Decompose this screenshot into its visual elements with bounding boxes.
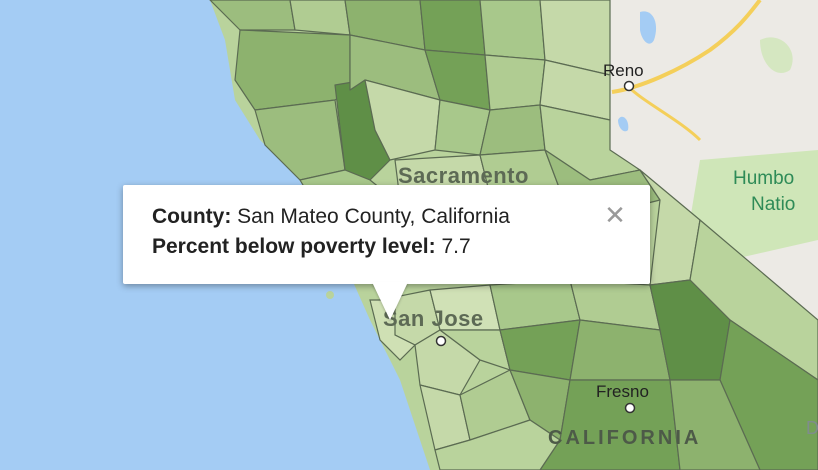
city-marker-san-jose: [435, 335, 447, 347]
city-marker-fresno: [624, 402, 636, 414]
info-window-pointer: [372, 282, 408, 320]
poverty-row: Percent below poverty level: 7.7: [152, 235, 471, 259]
county-shape[interactable]: [484, 54, 546, 111]
poverty-label: Percent below poverty level:: [152, 235, 436, 258]
label-reno: Reno: [603, 61, 644, 80]
county-shape[interactable]: [569, 319, 671, 381]
county-label: County:: [152, 205, 232, 228]
label-partial-edge: D: [806, 418, 818, 438]
county-shape[interactable]: [479, 0, 546, 61]
county-row: County: San Mateo County, California: [152, 205, 510, 229]
county-shape[interactable]: [234, 29, 351, 111]
info-window: County: San Mateo County, California Per…: [123, 185, 650, 320]
poverty-value: 7.7: [441, 235, 471, 258]
label-park-line2: Natio: [751, 194, 795, 215]
island: [326, 291, 334, 299]
label-california: CALIFORNIA: [548, 427, 701, 449]
county-shape[interactable]: [289, 0, 351, 36]
county-value: San Mateo County, California: [237, 205, 510, 228]
county-shape[interactable]: [479, 104, 546, 156]
label-park-line1: Humbo: [733, 168, 794, 189]
label-fresno: Fresno: [596, 382, 649, 401]
city-marker-reno: [623, 80, 635, 92]
county-shape[interactable]: [419, 0, 486, 56]
close-icon[interactable]: ✕: [603, 202, 627, 228]
